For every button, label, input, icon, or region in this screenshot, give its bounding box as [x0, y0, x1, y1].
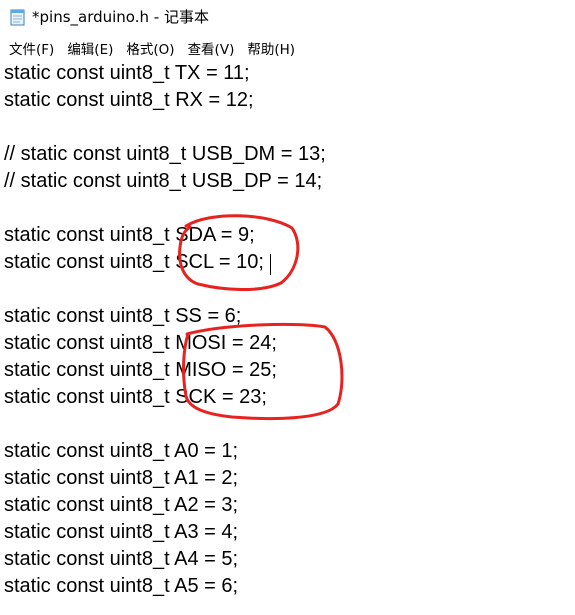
code-line[interactable]: static const uint8_t MISO = 25;	[4, 357, 277, 384]
window-title: *pins_arduino.h - 记事本	[32, 8, 209, 26]
menu-bar: 文件(F) 编辑(E) 格式(O) 查看(V) 帮助(H)	[0, 36, 575, 60]
menu-help[interactable]: 帮助(H)	[246, 37, 296, 59]
menu-edit[interactable]: 编辑(E)	[66, 37, 114, 59]
code-line[interactable]: static const uint8_t SCK = 23;	[4, 384, 267, 411]
code-line[interactable]: static const uint8_t SDA = 9;	[4, 222, 255, 249]
text-caret	[270, 254, 271, 275]
menu-view[interactable]: 查看(V)	[187, 37, 236, 59]
notepad-icon	[10, 9, 25, 25]
code-line[interactable]: static const uint8_t A5 = 6;	[4, 573, 238, 600]
code-line[interactable]: // static const uint8_t USB_DP = 14;	[4, 168, 322, 195]
title-bar[interactable]: *pins_arduino.h - 记事本	[0, 0, 575, 33]
notepad-window: *pins_arduino.h - 记事本 文件(F) 编辑(E) 格式(O) …	[0, 0, 575, 615]
code-line[interactable]: static const uint8_t A0 = 1;	[4, 438, 238, 465]
code-line[interactable]: static const uint8_t A3 = 4;	[4, 519, 238, 546]
menu-file[interactable]: 文件(F)	[8, 37, 55, 59]
menu-format[interactable]: 格式(O)	[125, 37, 175, 59]
code-line[interactable]: static const uint8_t MOSI = 24;	[4, 330, 277, 357]
code-line[interactable]: static const uint8_t SCL = 10;	[4, 249, 264, 276]
code-line[interactable]: static const uint8_t SS = 6;	[4, 303, 241, 330]
code-line[interactable]: static const uint8_t A2 = 3;	[4, 492, 238, 519]
code-line[interactable]: static const uint8_t RX = 12;	[4, 87, 254, 114]
code-line[interactable]: static const uint8_t A4 = 5;	[4, 546, 238, 573]
code-line[interactable]: // static const uint8_t USB_DM = 13;	[4, 141, 326, 168]
code-line[interactable]: static const uint8_t A1 = 2;	[4, 465, 238, 492]
text-editor[interactable]: static const uint8_t TX = 11; static con…	[0, 60, 575, 615]
code-line[interactable]: static const uint8_t TX = 11;	[4, 60, 250, 87]
